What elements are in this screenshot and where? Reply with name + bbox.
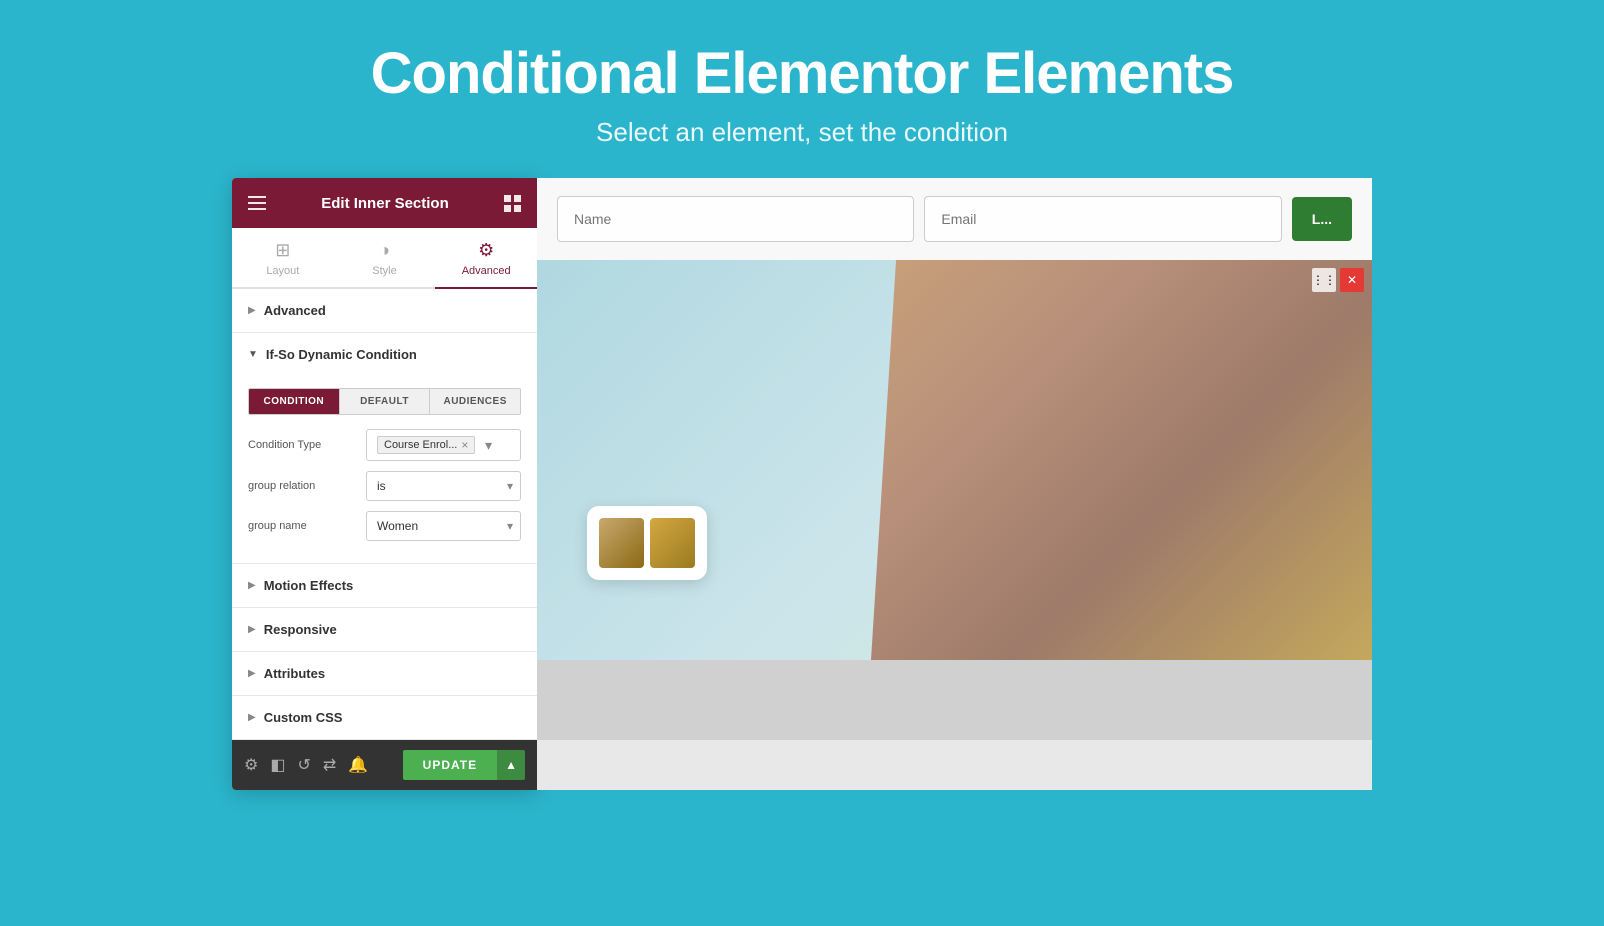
advanced-section-label: Advanced: [264, 303, 326, 318]
preview-name-input[interactable]: [557, 196, 914, 242]
condition-type-control: Course Enrol... × ▾: [366, 429, 521, 461]
condition-type-arrow: ▾: [485, 437, 492, 454]
preview-move-icon[interactable]: ⋮⋮: [1312, 268, 1336, 292]
history-footer-icon[interactable]: ↺: [297, 755, 310, 775]
woman-cooking-image: [871, 260, 1372, 660]
sub-tabs: CONDITION DEFAULT AUDIENCES: [248, 388, 521, 415]
group-name-control: Women Men All: [366, 511, 521, 541]
layout-icon: ⊞: [275, 240, 290, 261]
preview-email-input[interactable]: [924, 196, 1281, 242]
panel-body: ▶ Advanced ▼ If-So Dynamic Condition CON…: [232, 289, 537, 740]
preview-image-area: ⋮⋮ ✕: [537, 260, 1372, 660]
apps-icon[interactable]: [504, 195, 521, 212]
condition-type-select[interactable]: Course Enrol... × ▾: [366, 429, 521, 461]
page-subtitle: Select an element, set the condition: [20, 117, 1584, 148]
motion-effects-section-row[interactable]: ▶ Motion Effects: [232, 564, 537, 608]
custom-css-chevron: ▶: [248, 712, 256, 723]
responsive-label: Responsive: [264, 622, 337, 637]
custom-css-section-row[interactable]: ▶ Custom CSS: [232, 696, 537, 740]
food-thumbnail: [587, 506, 707, 580]
dynamic-condition-header[interactable]: ▼ If-So Dynamic Condition: [232, 333, 537, 376]
preview-close-icon[interactable]: ✕: [1340, 268, 1364, 292]
layers-footer-icon[interactable]: ◧: [270, 755, 285, 775]
elementor-panel: Edit Inner Section ⊞ Layout ◑ Style ⚙ Ad…: [232, 178, 537, 790]
condition-type-tag: Course Enrol... ×: [377, 436, 475, 454]
group-relation-row: group relation is is not: [248, 471, 521, 501]
dynamic-condition-body: CONDITION DEFAULT AUDIENCES Condition Ty…: [232, 376, 537, 563]
main-content: Edit Inner Section ⊞ Layout ◑ Style ⚙ Ad…: [192, 178, 1412, 790]
page-title: Conditional Elementor Elements: [20, 40, 1584, 107]
preview-form-bar: L...: [537, 178, 1372, 260]
motion-effects-chevron: ▶: [248, 580, 256, 591]
sub-tab-audiences[interactable]: AUDIENCES: [430, 389, 520, 414]
attributes-chevron: ▶: [248, 668, 256, 679]
custom-css-label: Custom CSS: [264, 710, 343, 725]
update-btn-group: UPDATE ▲: [403, 750, 525, 780]
panel-footer: ⚙ ◧ ↺ ⇄ 🔔 UPDATE ▲: [232, 740, 537, 790]
dynamic-condition-label: If-So Dynamic Condition: [266, 347, 417, 362]
responsive-chevron: ▶: [248, 624, 256, 635]
style-icon: ◑: [379, 240, 390, 261]
group-name-select[interactable]: Women Men All: [366, 511, 521, 541]
motion-effects-label: Motion Effects: [264, 578, 354, 593]
group-name-row: group name Women Men All: [248, 511, 521, 541]
notification-footer-icon[interactable]: 🔔: [348, 755, 368, 775]
page-header: Conditional Elementor Elements Select an…: [0, 0, 1604, 178]
tab-style[interactable]: ◑ Style: [334, 228, 436, 289]
panel-header: Edit Inner Section: [232, 178, 537, 228]
panel-title: Edit Inner Section: [321, 195, 449, 212]
preview-submit-btn[interactable]: L...: [1292, 197, 1352, 241]
panel-tabs: ⊞ Layout ◑ Style ⚙ Advanced: [232, 228, 537, 289]
group-relation-select[interactable]: is is not: [366, 471, 521, 501]
condition-type-row: Condition Type Course Enrol... × ▾: [248, 429, 521, 461]
tab-advanced-label: Advanced: [462, 265, 511, 277]
update-button[interactable]: UPDATE: [403, 750, 497, 780]
group-relation-label: group relation: [248, 480, 358, 492]
preview-footer: [537, 660, 1372, 740]
food-box-2: [650, 518, 695, 568]
group-name-label: group name: [248, 520, 358, 532]
responsive-footer-icon[interactable]: ⇄: [323, 755, 336, 775]
attributes-label: Attributes: [264, 666, 325, 681]
group-relation-control: is is not: [366, 471, 521, 501]
preview-edit-bar: ⋮⋮ ✕: [1312, 268, 1364, 292]
settings-footer-icon[interactable]: ⚙: [244, 755, 258, 775]
condition-type-label: Condition Type: [248, 439, 358, 451]
dynamic-chevron: ▼: [248, 349, 258, 360]
update-btn-dropdown[interactable]: ▲: [497, 750, 525, 780]
advanced-icon: ⚙: [478, 240, 494, 261]
tab-advanced[interactable]: ⚙ Advanced: [435, 228, 537, 289]
dynamic-condition-section: ▼ If-So Dynamic Condition CONDITION DEFA…: [232, 333, 537, 564]
tab-style-label: Style: [372, 265, 396, 277]
footer-icons: ⚙ ◧ ↺ ⇄ 🔔: [244, 755, 368, 775]
attributes-section-row[interactable]: ▶ Attributes: [232, 652, 537, 696]
remove-tag-icon[interactable]: ×: [461, 438, 468, 452]
advanced-section-row[interactable]: ▶ Advanced: [232, 289, 537, 333]
responsive-section-row[interactable]: ▶ Responsive: [232, 608, 537, 652]
tab-layout[interactable]: ⊞ Layout: [232, 228, 334, 289]
hamburger-icon[interactable]: [248, 196, 266, 210]
sub-tab-condition[interactable]: CONDITION: [249, 389, 340, 414]
advanced-chevron: ▶: [248, 305, 256, 316]
sub-tab-default[interactable]: DEFAULT: [340, 389, 431, 414]
tab-layout-label: Layout: [266, 265, 299, 277]
food-box-1: [599, 518, 644, 568]
preview-area: L... ⋮⋮ ✕: [537, 178, 1372, 790]
